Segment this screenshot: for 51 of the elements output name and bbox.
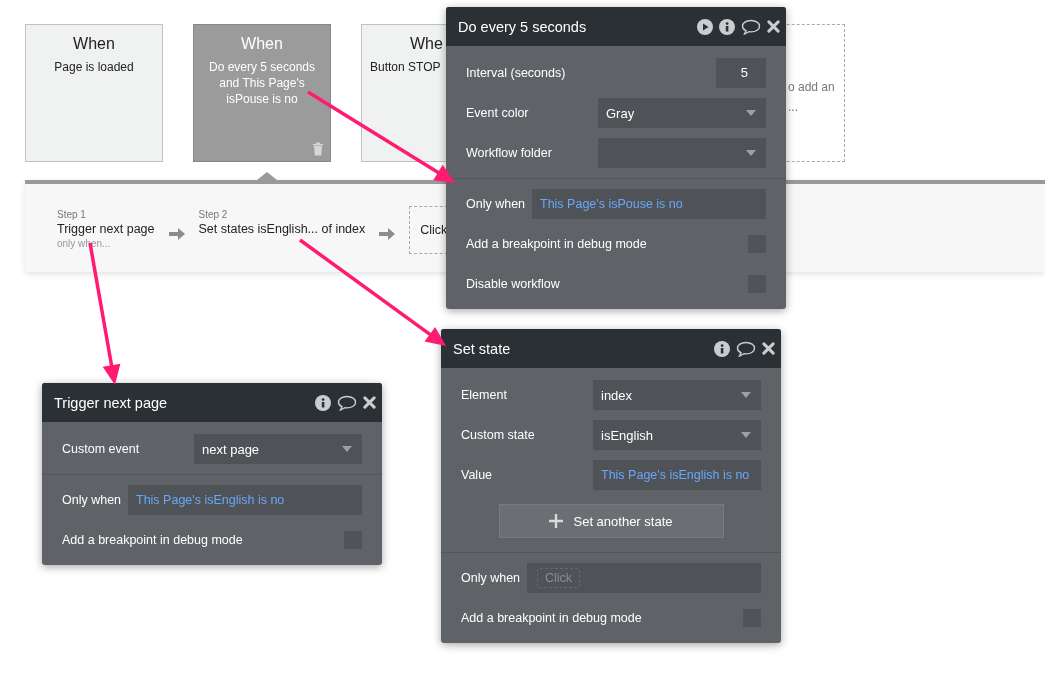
field-label: Only when <box>461 571 522 585</box>
event-description: Button STOP <box>370 59 441 75</box>
step-name: Set states isEnglish... of index <box>198 222 366 236</box>
panel-title: Set state <box>453 340 511 357</box>
add-event-text: ... <box>788 99 798 116</box>
event-description: Do every 5 seconds and This Page's isPouse is no <box>207 59 317 107</box>
field-label: Custom event <box>62 442 140 456</box>
checkbox-label: Add a breakpoint in debug mode <box>466 237 647 251</box>
caret-icon <box>741 432 751 438</box>
arrow-right-icon <box>379 227 396 241</box>
checkbox-label: Add a breakpoint in debug mode <box>461 611 642 625</box>
field-label: Value <box>461 468 494 482</box>
event-card[interactable]: When Page is loaded <box>25 24 163 162</box>
field-label: Only when <box>466 197 527 211</box>
plus-icon <box>549 514 564 528</box>
event-title: When <box>73 35 115 53</box>
panel-title: Trigger next page <box>54 394 168 411</box>
comment-icon[interactable] <box>736 340 756 357</box>
dropdown[interactable]: next page <box>194 434 362 464</box>
event-title: When <box>241 35 283 53</box>
set-another-state-button[interactable]: Set another state <box>498 504 724 538</box>
field-label: Element <box>461 388 507 402</box>
comment-icon[interactable] <box>741 18 761 35</box>
play-icon[interactable] <box>697 18 713 35</box>
caret-icon <box>342 446 352 452</box>
info-icon[interactable] <box>719 18 735 35</box>
arrow-right-icon <box>168 227 185 241</box>
caret-icon <box>746 110 756 116</box>
field-label: Custom state <box>461 428 535 442</box>
close-icon[interactable] <box>767 20 780 33</box>
close-icon[interactable] <box>363 396 376 409</box>
close-icon[interactable] <box>762 342 775 355</box>
number-field[interactable]: 5 <box>716 58 766 88</box>
field-label: Only when <box>62 493 123 507</box>
workflow-step[interactable]: Step 2 Set states isEnglish... of index <box>198 209 366 236</box>
checkbox-label: Add a breakpoint in debug mode <box>62 533 243 547</box>
caret-icon <box>741 392 751 398</box>
event-description: Page is loaded <box>54 59 134 75</box>
caret-icon <box>746 150 756 156</box>
dropdown[interactable]: isEnglish <box>593 420 761 450</box>
step-name: Trigger next page <box>57 222 155 236</box>
step-number: Step 2 <box>198 209 229 220</box>
comment-icon[interactable] <box>337 394 357 411</box>
dropdown[interactable]: Gray <box>598 98 766 128</box>
info-icon[interactable] <box>315 394 331 411</box>
add-event-text: o add an <box>788 79 835 96</box>
checkbox-label: Disable workflow <box>466 277 560 291</box>
dropdown[interactable]: index <box>593 380 761 410</box>
step-number: Step 1 <box>57 209 87 220</box>
info-icon[interactable] <box>714 340 730 357</box>
event-title: Whe <box>410 35 443 53</box>
